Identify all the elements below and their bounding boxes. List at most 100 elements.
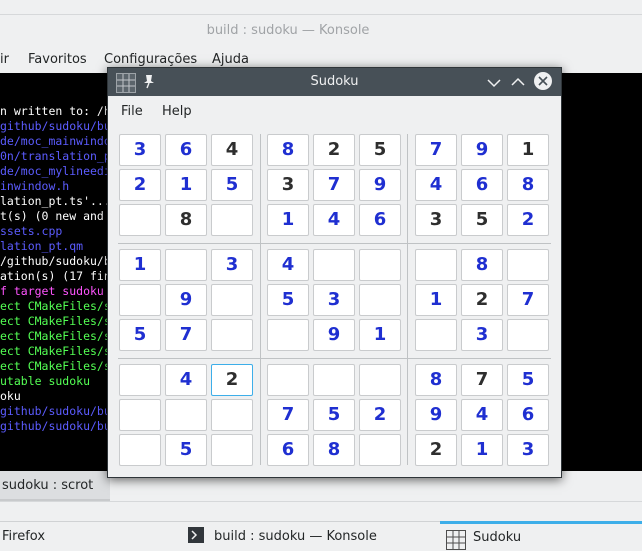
sudoku-cell-r5c8[interactable]	[507, 319, 549, 351]
konsole-tab[interactable]: sudoku : scrot	[0, 471, 110, 501]
sudoku-cell-r4c6[interactable]: 1	[415, 284, 457, 316]
menu-item-editar[interactable]: ir	[0, 52, 9, 67]
sudoku-cell-r0c7[interactable]: 9	[461, 134, 503, 166]
sudoku-cell-r6c4[interactable]	[313, 364, 355, 396]
sudoku-cell-r8c6[interactable]: 2	[415, 434, 457, 466]
sudoku-cell-r4c7[interactable]: 2	[461, 284, 503, 316]
sudoku-cell-r7c1[interactable]	[165, 399, 207, 431]
sudoku-cell-r6c6[interactable]: 8	[415, 364, 457, 396]
sudoku-cell-r0c1[interactable]: 6	[165, 134, 207, 166]
sudoku-cell-r8c2[interactable]	[211, 434, 253, 466]
sudoku-cell-r7c4[interactable]: 5	[313, 399, 355, 431]
sudoku-cell-r1c5[interactable]: 9	[359, 169, 401, 201]
sudoku-cell-r6c2[interactable]: 2	[211, 364, 253, 396]
sudoku-cell-r7c0[interactable]	[119, 399, 161, 431]
sudoku-cell-r2c3[interactable]: 1	[267, 204, 309, 236]
sudoku-cell-r0c8[interactable]: 1	[507, 134, 549, 166]
sudoku-cell-r8c3[interactable]: 6	[267, 434, 309, 466]
sudoku-cell-r1c6[interactable]: 4	[415, 169, 457, 201]
sudoku-cell-r4c2[interactable]	[211, 284, 253, 316]
sudoku-cell-r6c5[interactable]	[359, 364, 401, 396]
menu-help[interactable]: Help	[162, 104, 192, 119]
menu-file[interactable]: File	[121, 104, 143, 119]
sudoku-cell-r8c4[interactable]: 8	[313, 434, 355, 466]
sudoku-cell-r4c8[interactable]: 7	[507, 284, 549, 316]
menu-item-configuracoes[interactable]: Configurações	[104, 52, 197, 67]
task-konsole[interactable]: build : sudoku — Konsole	[180, 522, 436, 549]
sudoku-cell-r4c3[interactable]: 5	[267, 284, 309, 316]
sudoku-cell-r5c4[interactable]: 9	[313, 319, 355, 351]
sudoku-titlebar[interactable]: Sudoku	[108, 68, 561, 96]
sudoku-cell-r4c5[interactable]	[359, 284, 401, 316]
sudoku-cell-r4c1[interactable]: 9	[165, 284, 207, 316]
sudoku-cell-r3c5[interactable]	[359, 249, 401, 281]
maximize-button[interactable]	[509, 72, 527, 92]
sudoku-cell-r5c6[interactable]	[415, 319, 457, 351]
sudoku-cell-r8c1[interactable]: 5	[165, 434, 207, 466]
sudoku-cell-r2c7[interactable]: 5	[461, 204, 503, 236]
sudoku-cell-r1c8[interactable]: 8	[507, 169, 549, 201]
sudoku-cell-r7c6[interactable]: 9	[415, 399, 457, 431]
sudoku-cell-r3c3[interactable]: 4	[267, 249, 309, 281]
sudoku-cell-r7c7[interactable]: 4	[461, 399, 503, 431]
sudoku-cell-r1c2[interactable]: 5	[211, 169, 253, 201]
sudoku-cell-r7c5[interactable]: 2	[359, 399, 401, 431]
sudoku-cell-r6c1[interactable]: 4	[165, 364, 207, 396]
sudoku-cell-r3c1[interactable]	[165, 249, 207, 281]
sudoku-cell-r1c7[interactable]: 6	[461, 169, 503, 201]
sudoku-cell-r5c3[interactable]	[267, 319, 309, 351]
sudoku-cell-r1c1[interactable]: 1	[165, 169, 207, 201]
terminal-line: n written to: /h	[0, 104, 111, 118]
sudoku-cell-r8c7[interactable]: 1	[461, 434, 503, 466]
sudoku-cell-r6c3[interactable]	[267, 364, 309, 396]
sudoku-cell-r5c7[interactable]: 3	[461, 319, 503, 351]
terminal-line: ation(s) (17 fin	[0, 269, 111, 283]
sudoku-cell-r1c3[interactable]: 3	[267, 169, 309, 201]
sudoku-cell-r4c4[interactable]: 3	[313, 284, 355, 316]
sudoku-cell-r8c0[interactable]	[119, 434, 161, 466]
konsole-titlebar[interactable]: build : sudoku — Konsole	[0, 14, 642, 45]
sudoku-cell-r5c5[interactable]: 1	[359, 319, 401, 351]
task-firefox[interactable]: Firefox	[0, 522, 178, 549]
sudoku-cell-r6c8[interactable]: 5	[507, 364, 549, 396]
close-icon	[538, 76, 548, 86]
sudoku-cell-r7c3[interactable]: 7	[267, 399, 309, 431]
menu-item-ajuda[interactable]: Ajuda	[212, 52, 249, 67]
sudoku-cell-r0c4[interactable]: 2	[313, 134, 355, 166]
sudoku-cell-r7c2[interactable]	[211, 399, 253, 431]
sudoku-cell-r2c0[interactable]	[119, 204, 161, 236]
sudoku-cell-r2c5[interactable]: 6	[359, 204, 401, 236]
sudoku-cell-r3c6[interactable]	[415, 249, 457, 281]
sudoku-cell-r3c0[interactable]: 1	[119, 249, 161, 281]
sudoku-cell-r8c8[interactable]: 3	[507, 434, 549, 466]
sudoku-cell-r2c1[interactable]: 8	[165, 204, 207, 236]
task-sudoku[interactable]: Sudoku	[440, 521, 642, 551]
sudoku-cell-r0c0[interactable]: 3	[119, 134, 161, 166]
sudoku-cell-r0c3[interactable]: 8	[267, 134, 309, 166]
sudoku-cell-r4c0[interactable]	[119, 284, 161, 316]
sudoku-cell-r2c6[interactable]: 3	[415, 204, 457, 236]
close-button[interactable]	[534, 72, 552, 90]
sudoku-cell-r6c7[interactable]: 7	[461, 364, 503, 396]
sudoku-cell-r3c2[interactable]: 3	[211, 249, 253, 281]
sudoku-cell-r5c1[interactable]: 7	[165, 319, 207, 351]
sudoku-cell-r3c4[interactable]	[313, 249, 355, 281]
minimize-button[interactable]	[485, 72, 503, 92]
sudoku-cell-r8c5[interactable]	[359, 434, 401, 466]
sudoku-cell-r2c2[interactable]	[211, 204, 253, 236]
sudoku-cell-r1c0[interactable]: 2	[119, 169, 161, 201]
sudoku-cell-r0c2[interactable]: 4	[211, 134, 253, 166]
sudoku-cell-r3c7[interactable]: 8	[461, 249, 503, 281]
sudoku-cell-r0c6[interactable]: 7	[415, 134, 457, 166]
sudoku-cell-r6c0[interactable]	[119, 364, 161, 396]
sudoku-cell-r0c5[interactable]: 5	[359, 134, 401, 166]
sudoku-cell-r7c8[interactable]: 6	[507, 399, 549, 431]
sudoku-cell-r1c4[interactable]: 7	[313, 169, 355, 201]
sudoku-cell-r5c0[interactable]: 5	[119, 319, 161, 351]
sudoku-cell-r5c2[interactable]	[211, 319, 253, 351]
menu-item-favoritos[interactable]: Favoritos	[28, 52, 87, 67]
sudoku-cell-r3c8[interactable]	[507, 249, 549, 281]
sudoku-window[interactable]: Sudoku File Help 36482579121537946881463…	[107, 67, 562, 478]
sudoku-cell-r2c4[interactable]: 4	[313, 204, 355, 236]
sudoku-cell-r2c8[interactable]: 2	[507, 204, 549, 236]
